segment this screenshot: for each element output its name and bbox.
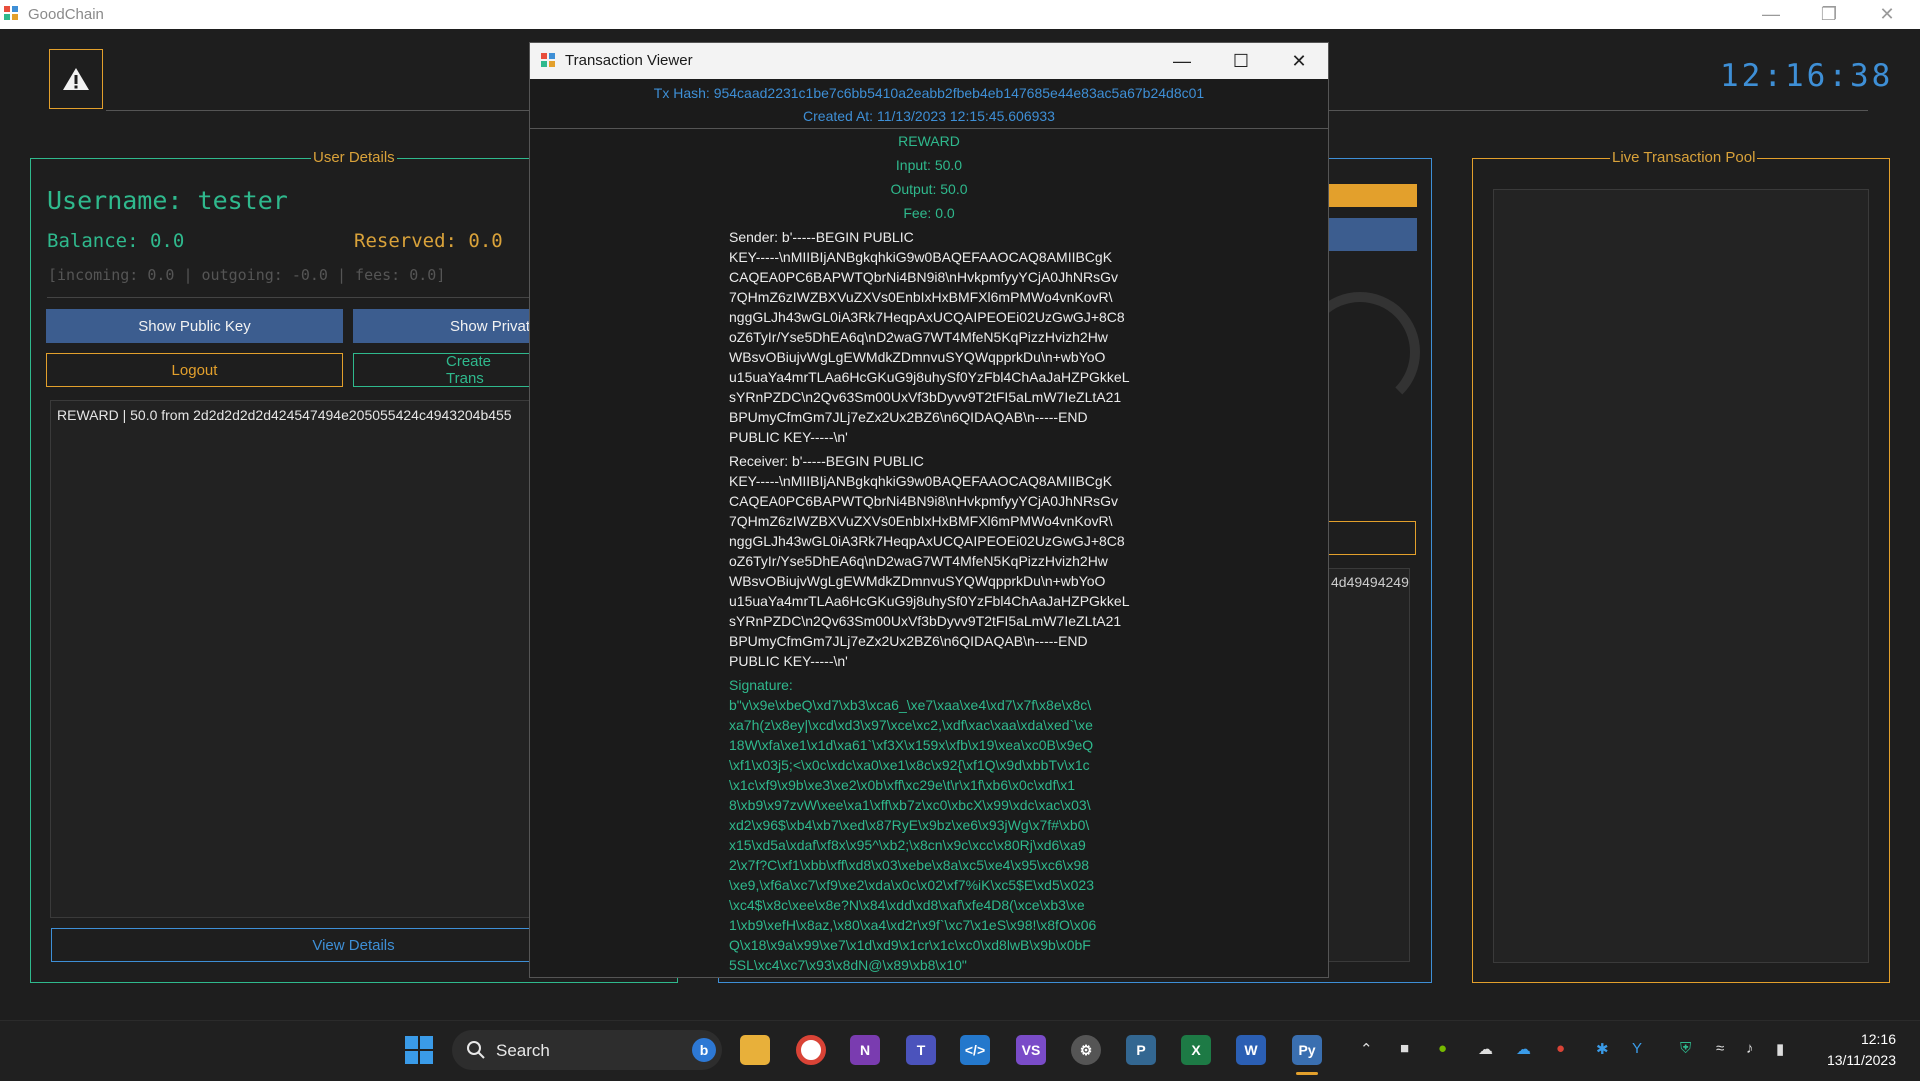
transaction-pool-list[interactable]: [1493, 189, 1869, 963]
show-hidden-icons-button[interactable]: ⌃: [1360, 1040, 1373, 1058]
reserved-label: Reserved: 0.0: [354, 230, 503, 252]
main-titlebar: GoodChain — ❐ ✕: [0, 0, 1920, 29]
logout-button[interactable]: Logout: [46, 353, 343, 387]
receiver-key: Receiver: b'-----BEGIN PUBLIC KEY-----\n…: [729, 453, 1130, 669]
transaction-viewer-dialog: Transaction Viewer — ☐ ✕ Tx Hash: 954caa…: [529, 42, 1329, 978]
restore-icon: ❐: [1820, 4, 1838, 24]
minimize-icon: —: [1173, 50, 1191, 71]
warning-button[interactable]: [49, 49, 103, 109]
dialog-minimize-button[interactable]: —: [1153, 43, 1211, 79]
wifi-icon[interactable]: ≈: [1716, 1040, 1724, 1057]
taskbar-search[interactable]: Search b: [452, 1030, 722, 1070]
onedrive-icon[interactable]: ☁: [1478, 1040, 1493, 1058]
goodchain-app-icon: [541, 53, 555, 67]
main-window-title: GoodChain: [28, 6, 104, 23]
visual-studio-icon[interactable]: VS: [1016, 1035, 1046, 1065]
settings-icon[interactable]: ⚙: [1071, 1035, 1101, 1065]
flows-label: [incoming: 0.0 | outgoing: -0.0 | fees: …: [48, 266, 446, 284]
transaction-list[interactable]: REWARD | 50.0 from 2d2d2d2d2d424547494e2…: [50, 400, 610, 918]
dialog-maximize-button[interactable]: ☐: [1212, 43, 1270, 79]
battery-icon[interactable]: ▮: [1776, 1040, 1784, 1058]
dialog-titlebar: Transaction Viewer — ☐ ✕: [530, 43, 1328, 79]
minimize-button[interactable]: —: [1748, 0, 1794, 29]
tx-type: REWARD: [898, 133, 960, 149]
live-transaction-pool-title: Live Transaction Pool: [1610, 149, 1758, 166]
sender-key: Sender: b'-----BEGIN PUBLIC KEY-----\nMI…: [729, 229, 1130, 445]
bluetooth-icon[interactable]: ✱: [1596, 1040, 1609, 1058]
created-at: Created At: 11/13/2023 12:15:45.606933: [803, 108, 1055, 124]
file-explorer-icon[interactable]: [740, 1035, 770, 1065]
word-icon[interactable]: W: [1236, 1035, 1266, 1065]
restore-button[interactable]: ❐: [1806, 0, 1852, 29]
antivirus-icon[interactable]: ●: [1556, 1040, 1565, 1057]
middle-panel-orange-button[interactable]: [1328, 184, 1417, 207]
dialog-close-button[interactable]: ✕: [1270, 43, 1328, 79]
balance-label: Balance: 0.0: [47, 230, 185, 252]
tx-hash: Tx Hash: 954caad2231c1be7c6bb5410a2eabb2…: [653, 85, 1205, 101]
details-divider: [47, 297, 577, 298]
show-public-key-button[interactable]: Show Public Key: [46, 309, 343, 343]
dialog-title: Transaction Viewer: [565, 52, 693, 69]
teams-tray-icon[interactable]: ■: [1400, 1040, 1409, 1057]
show-private-key-button[interactable]: Show Privat: [353, 309, 533, 343]
vscode-icon[interactable]: </>: [960, 1035, 990, 1065]
excel-icon[interactable]: X: [1181, 1035, 1211, 1065]
taskbar-date[interactable]: 13/11/2023: [1800, 1052, 1896, 1068]
middle-panel-list[interactable]: 4d49494249: [1328, 568, 1410, 962]
warning-icon: [63, 68, 89, 90]
tx-fee: Fee: 0.0: [903, 205, 955, 221]
python-icon[interactable]: Py: [1292, 1035, 1322, 1065]
middle-panel-blue-button[interactable]: [1328, 218, 1417, 251]
tx-input: Input: 50.0: [895, 157, 963, 173]
windows-start-icon: [405, 1036, 433, 1064]
list-item[interactable]: 4d49494249: [1329, 569, 1409, 590]
volume-icon[interactable]: ♪: [1746, 1040, 1754, 1057]
goodchain-app-icon: [4, 6, 18, 20]
onedrive-business-icon[interactable]: ☁: [1516, 1040, 1531, 1058]
security-icon[interactable]: ⛨: [1680, 1040, 1691, 1057]
search-label: Search: [496, 1041, 550, 1060]
dialog-divider: [530, 128, 1328, 129]
search-icon: [467, 1041, 485, 1059]
close-icon: ✕: [1291, 50, 1307, 71]
onenote-icon[interactable]: N: [850, 1035, 880, 1065]
user-details-title: User Details: [311, 149, 397, 166]
postgresql-icon[interactable]: P: [1126, 1035, 1156, 1065]
start-button[interactable]: [404, 1035, 434, 1065]
tx-output: Output: 50.0: [890, 181, 968, 197]
list-item[interactable]: REWARD | 50.0 from 2d2d2d2d2d424547494e2…: [51, 401, 609, 429]
minimize-icon: —: [1762, 4, 1780, 24]
active-app-indicator: [1296, 1072, 1318, 1075]
middle-panel-input[interactable]: [1328, 521, 1416, 555]
close-button[interactable]: ✕: [1864, 0, 1910, 29]
nvidia-icon[interactable]: ●: [1438, 1040, 1447, 1057]
create-transaction-button[interactable]: Create Trans: [353, 353, 533, 387]
taskbar-time[interactable]: 12:16: [1810, 1031, 1896, 1047]
network-app-icon[interactable]: Y: [1632, 1040, 1642, 1057]
signature: Signature: b"v\x9e\xbeQ\xd7\xb3\xca6_\xe…: [729, 677, 1097, 973]
close-icon: ✕: [1879, 4, 1895, 24]
bing-icon[interactable]: b: [692, 1038, 716, 1062]
username-label: Username: tester: [47, 186, 288, 215]
maximize-icon: ☐: [1232, 50, 1250, 71]
chrome-icon[interactable]: [796, 1035, 826, 1065]
teams-icon[interactable]: T: [906, 1035, 936, 1065]
clock: 12:16:38: [1720, 58, 1894, 94]
